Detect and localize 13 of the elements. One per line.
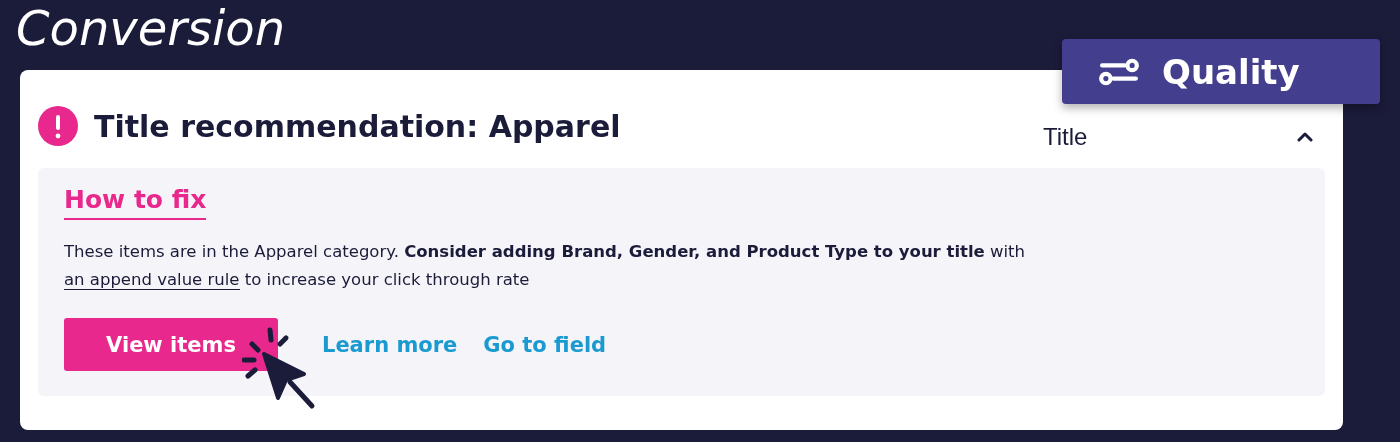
append-rule-link[interactable]: an append value rule xyxy=(64,270,240,290)
view-items-button[interactable]: View items xyxy=(64,318,278,371)
card-title: Title recommendation: Apparel xyxy=(94,108,622,144)
chevron-up-icon xyxy=(1297,131,1313,143)
panel-heading: How to fix xyxy=(64,184,207,220)
description-text: These items are in the Apparel category. Consider adding Brand, Gender, and Product Type to your title with an append value rule to increase your click through rate xyxy=(64,241,1027,292)
badge-label: Quality xyxy=(1162,51,1300,92)
page-heading: Conversion xyxy=(16,0,287,58)
action-link[interactable]: Go to field xyxy=(483,332,607,357)
field-toggle[interactable]: Title xyxy=(1043,123,1313,151)
action-link[interactable]: Learn more xyxy=(322,332,458,357)
alert-icon xyxy=(38,106,78,146)
sliders-icon xyxy=(1098,56,1140,87)
